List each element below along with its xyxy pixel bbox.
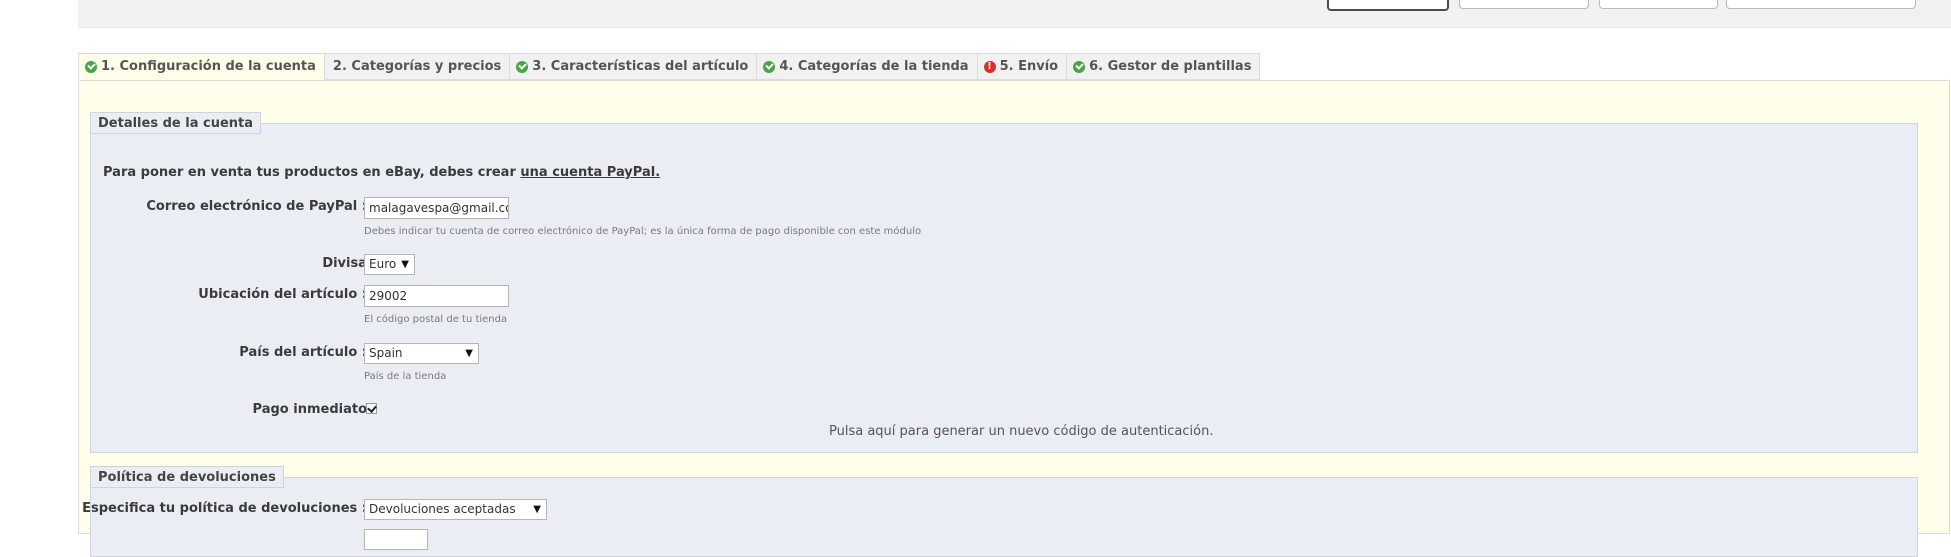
toolbar-button-3[interactable] — [1599, 0, 1718, 9]
tab-label: 2. Categorías y precios — [332, 58, 502, 74]
paypal-account-link[interactable]: una cuenta PayPal. — [520, 165, 660, 180]
tab-categories-prices[interactable]: 2. Categorías y precios — [324, 53, 511, 80]
tab-account-config[interactable]: 1. Configuración de la cuenta — [78, 53, 325, 80]
country-value: Spain — [369, 346, 403, 360]
item-location-hint: El código postal de tu tienda — [364, 314, 508, 325]
item-country-label: País del artículo : — [239, 345, 367, 360]
toolbar-button-2[interactable] — [1459, 0, 1589, 9]
immediate-payment-label: Pago inmediato — [252, 402, 367, 417]
item-country-select[interactable]: Spain ▼ — [364, 343, 479, 364]
paypal-email-hint: Debes indicar tu cuenta de correo electr… — [364, 226, 922, 237]
item-country-hint: País de la tienda — [364, 371, 447, 382]
dropdown-arrow-icon: ▼ — [533, 504, 541, 515]
tab-item-features[interactable]: 3. Características del artículo — [510, 53, 758, 80]
intro-text: Para poner en venta tus productos en eBa… — [103, 165, 521, 180]
config-panel: Detalles de la cuenta Para poner en vent… — [78, 80, 1950, 557]
return-policy-select[interactable]: Devoluciones aceptadas ▼ — [364, 499, 547, 520]
check-icon — [85, 60, 97, 73]
check-icon — [1073, 60, 1086, 73]
tab-label: 6. Gestor de plantillas — [1089, 58, 1252, 74]
item-location-input[interactable]: 29002 — [364, 285, 509, 307]
tab-shipping[interactable]: 5. Envío — [977, 53, 1068, 80]
return-days-select[interactable] — [364, 529, 428, 550]
tab-label: 1. Configuración de la cuenta — [101, 58, 316, 74]
dropdown-arrow-icon: ▼ — [401, 259, 409, 270]
currency-select[interactable]: Euro ▼ — [364, 254, 415, 275]
currency-value: Euro — [369, 257, 397, 271]
generate-auth-code-link[interactable]: Pulsa aquí para generar un nuevo código … — [829, 424, 1213, 439]
tab-label: 4. Categorías de la tienda — [779, 58, 969, 74]
toolbar-button-4[interactable] — [1726, 0, 1916, 9]
check-icon — [516, 60, 529, 73]
immediate-payment-checkbox[interactable] — [366, 403, 377, 414]
return-policy-value: Devoluciones aceptadas — [369, 502, 516, 516]
tab-label: 3. Características del artículo — [532, 58, 749, 74]
account-details-legend: Detalles de la cuenta — [90, 112, 262, 134]
tab-store-categories[interactable]: 4. Categorías de la tienda — [757, 53, 978, 80]
dropdown-arrow-icon: ▼ — [465, 348, 473, 359]
item-location-label: Ubicación del artículo : — [198, 287, 367, 302]
toolbar-button-1[interactable] — [1327, 0, 1449, 11]
return-policy-label: Especifica tu política de devoluciones : — [82, 501, 367, 516]
currency-label: Divisa — [322, 256, 367, 271]
toolbar-bar — [78, 0, 1951, 28]
tab-label: 5. Envío — [999, 58, 1059, 74]
config-tabs: 1. Configuración de la cuenta 2. Categor… — [78, 53, 1261, 80]
paypal-intro: Para poner en venta tus productos en eBa… — [103, 165, 660, 180]
return-policy-legend: Política de devoluciones — [90, 466, 284, 488]
paypal-email-input[interactable]: malagavespa@gmail.com — [364, 197, 509, 219]
paypal-email-label: Correo electrónico de PayPal : — [146, 199, 367, 214]
check-icon — [763, 60, 776, 73]
tab-template-manager[interactable]: 6. Gestor de plantillas — [1067, 53, 1261, 80]
error-icon — [983, 60, 996, 73]
